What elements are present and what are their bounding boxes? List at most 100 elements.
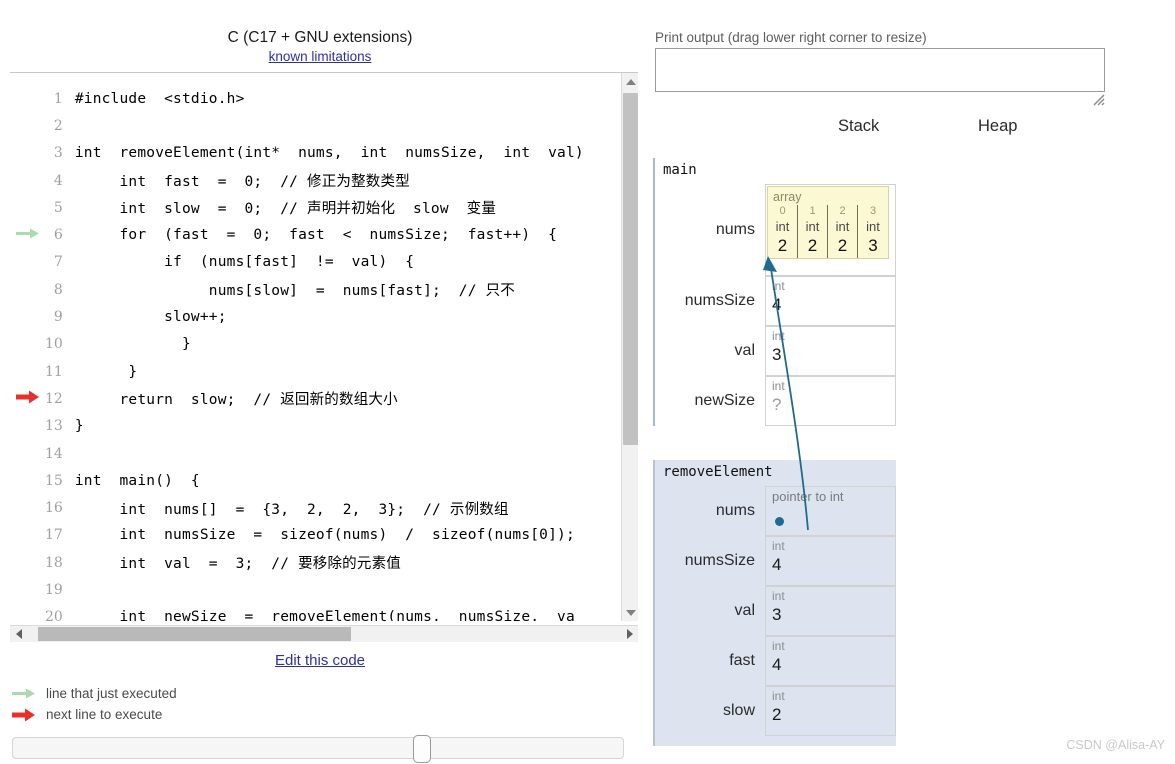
array-object-label: array (773, 190, 802, 204)
code-line-text: slow++; (74, 309, 227, 326)
execution-step-slider[interactable] (12, 735, 624, 763)
execution-legend: line that just executed next line to exec… (12, 683, 352, 725)
code-line-row: 5 int slow = 0; // 声明并初始化 slow 变量 (10, 194, 584, 221)
line-number[interactable]: 8 (44, 276, 75, 303)
code-line-text: int slow = 0; // 声明并初始化 slow 变量 (74, 201, 497, 218)
scroll-right-icon[interactable] (621, 626, 638, 642)
variable-value: 4 (772, 555, 782, 574)
pointer-origin-dot (775, 517, 784, 526)
frame-variables: nums array 0 int 2 1 int 2 2 int 2 3 int 3 numsSize int… (655, 184, 896, 426)
watermark-text: CSDN @Alisa-AY (1066, 738, 1165, 752)
scroll-left-icon[interactable] (10, 626, 27, 642)
execution-arrow-cell (10, 440, 44, 467)
legend-item: line that just executed (12, 683, 352, 704)
scroll-down-icon[interactable] (622, 604, 638, 621)
array-cell-value: 2 (777, 236, 788, 255)
code-line-text (75, 440, 584, 467)
variable-name: nums (715, 502, 755, 519)
variable-value-cell: int 3 (765, 326, 896, 376)
execution-arrow-cell (10, 494, 44, 521)
line-number[interactable]: 5 (44, 194, 75, 221)
line-number[interactable]: 9 (44, 303, 75, 330)
array-index: 1 (809, 205, 816, 217)
print-output-textarea[interactable] (655, 48, 1105, 92)
line-number[interactable]: 1 (44, 85, 75, 112)
heap-array-object: array 0 int 2 1 int 2 2 int 2 3 int 3 (767, 186, 889, 259)
code-pane: C (C17 + GNU extensions) known limitatio… (0, 0, 640, 764)
vertical-scroll-thumb[interactable] (623, 93, 638, 445)
line-number[interactable]: 15 (44, 467, 75, 494)
legend-arrow-icon (12, 687, 38, 700)
execution-arrow-cell (10, 385, 44, 412)
frame-variables: nums pointer to int numsSize int 4 val int 3 fas… (655, 486, 896, 736)
code-line-text (75, 576, 584, 603)
line-number[interactable]: 16 (44, 494, 75, 521)
line-number[interactable]: 3 (44, 140, 75, 167)
print-output-label: Print output (drag lower right corner to… (655, 30, 927, 45)
variable-value-cell: int 4 (765, 536, 896, 586)
array-cell-value: 2 (837, 236, 848, 255)
line-number[interactable]: 4 (44, 167, 75, 194)
execution-arrow-cell (10, 331, 44, 358)
variable-name: numsSize (684, 292, 755, 309)
scroll-up-icon[interactable] (622, 73, 638, 90)
code-line-text: nums[slow] = nums[fast]; // 只不 (74, 283, 515, 300)
array-cell-value: 3 (868, 236, 878, 255)
stack-column-label: Stack (838, 117, 880, 135)
variable-name: numsSize (684, 552, 755, 569)
variable-value-cell: int 4 (765, 276, 896, 326)
variable-value-cell: pointer to int (765, 486, 896, 536)
variable-name: newSize (694, 392, 755, 409)
variable-row: numsSize int 4 (655, 276, 896, 326)
code-line-row: 19 (10, 576, 584, 603)
variable-type: int (772, 279, 785, 293)
variable-name: nums (715, 221, 755, 238)
variable-value-cell: int 4 (765, 636, 896, 686)
stack-frame-removeElement: removeElement nums pointer to int numsSize… (653, 460, 896, 746)
line-number[interactable]: 11 (44, 358, 75, 385)
variable-type: int (772, 589, 785, 603)
line-number[interactable]: 18 (44, 549, 75, 576)
heap-column-label: Heap (978, 117, 1018, 135)
code-line-row: 14 (10, 440, 584, 467)
code-line-row: 17 int numsSize = sizeof(nums) / sizeof(… (10, 522, 584, 549)
pointer-type-label: pointer to int (772, 489, 844, 504)
line-number[interactable]: 10 (44, 331, 75, 358)
array-cell: 0 int 2 (768, 205, 798, 258)
array-index: 0 (779, 205, 786, 217)
variable-value: 4 (772, 295, 782, 314)
variable-value-cell: int 2 (765, 686, 896, 736)
array-cell: 2 int 2 (828, 205, 858, 258)
legend-arrow-icon (12, 708, 38, 722)
execution-arrow-cell (10, 549, 44, 576)
line-number[interactable]: 6 (44, 221, 75, 248)
resize-grip-icon[interactable] (1093, 94, 1105, 106)
line-number[interactable]: 13 (44, 413, 75, 440)
line-number[interactable]: 20 (44, 604, 75, 621)
variable-type: int (772, 639, 785, 653)
execution-arrow-cell (10, 221, 44, 248)
legend-label: line that just executed (46, 686, 177, 701)
code-line-row: 9 slow++; (10, 303, 584, 330)
execution-slider-handle[interactable] (413, 735, 431, 763)
variable-name: slow (722, 702, 755, 719)
variable-type: int (772, 379, 785, 393)
line-number[interactable]: 12 (44, 385, 75, 412)
code-horizontal-scrollbar[interactable] (10, 625, 638, 642)
green-arrow-icon (16, 228, 39, 239)
execution-arrow-cell (10, 522, 44, 549)
line-number[interactable]: 19 (44, 576, 75, 603)
horizontal-scroll-thumb[interactable] (38, 627, 351, 641)
code-line-text: #include <stdio.h> (74, 90, 245, 107)
line-number[interactable]: 7 (44, 249, 75, 276)
code-line-row: 13} (10, 413, 584, 440)
edit-this-code-link[interactable]: Edit this code (0, 652, 640, 669)
code-line-text: int nums[] = {3, 2, 2, 3}; // 示例数组 (74, 501, 509, 518)
code-vertical-scrollbar[interactable] (621, 73, 638, 621)
array-index: 3 (869, 205, 877, 217)
line-number[interactable]: 17 (44, 522, 75, 549)
known-limitations-link[interactable]: known limitations (269, 49, 372, 64)
line-number[interactable]: 14 (44, 440, 75, 467)
line-number[interactable]: 2 (44, 112, 75, 139)
execution-arrow-cell (10, 112, 44, 139)
